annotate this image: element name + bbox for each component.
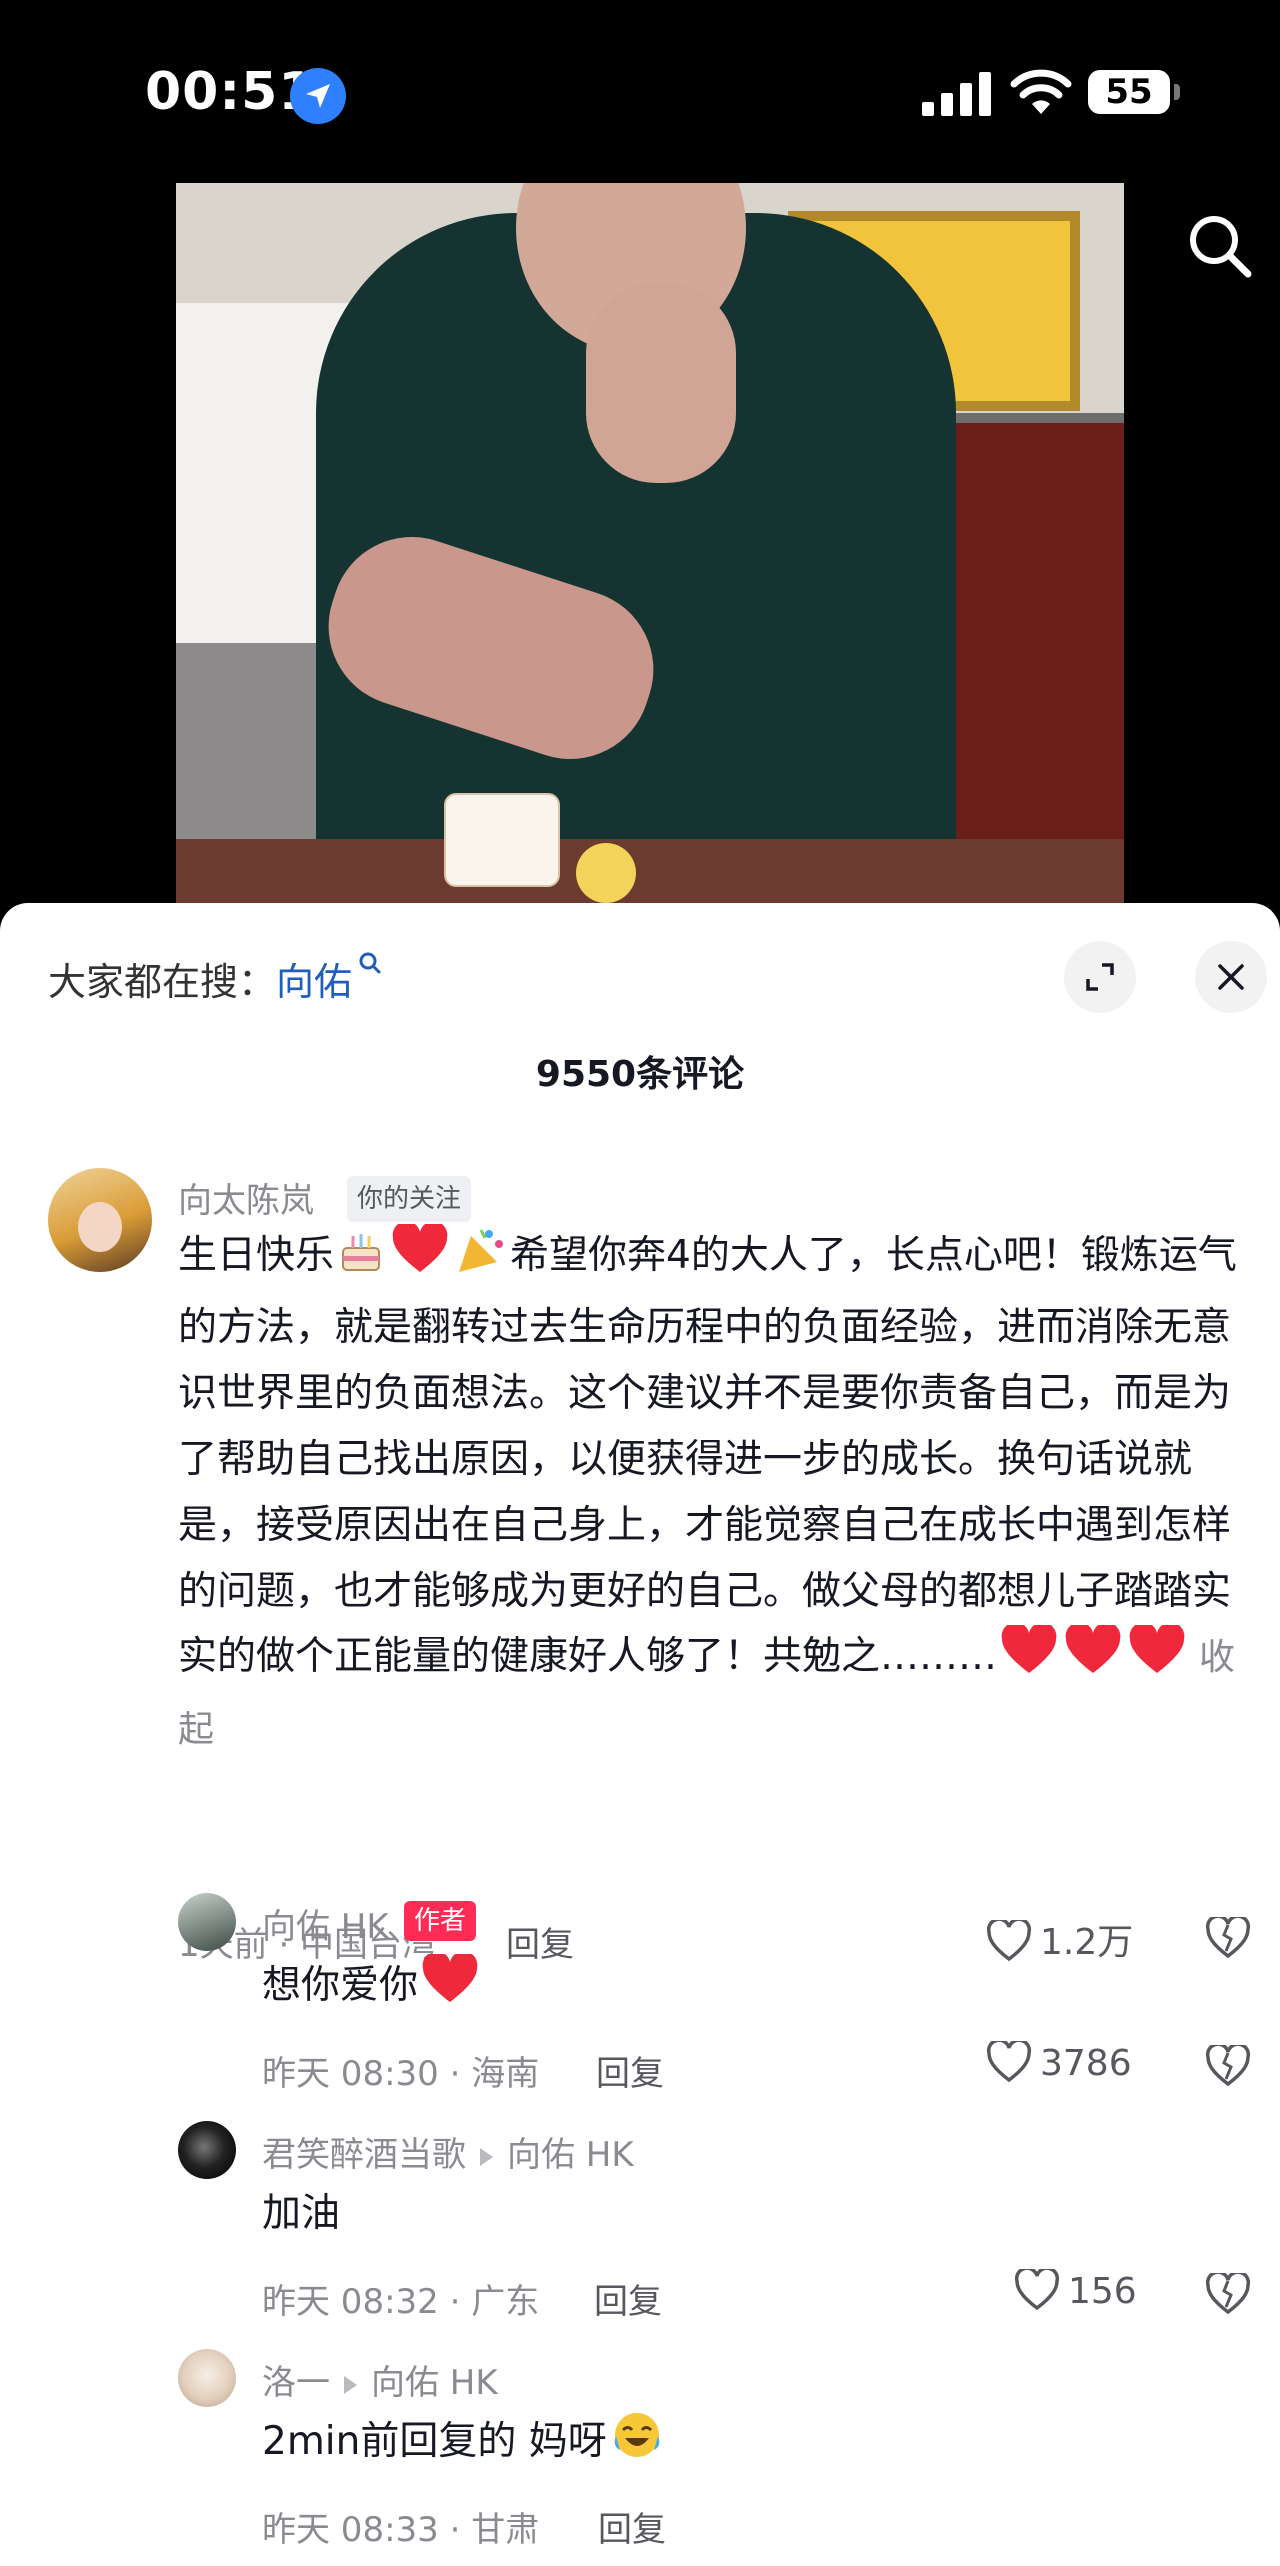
comment-username[interactable]: 向太陈岚 (178, 1173, 314, 1222)
avatar[interactable] (178, 2349, 236, 2407)
close-icon (1218, 964, 1244, 990)
comment-text-body: 想你爱你 (262, 1963, 419, 2008)
reply-arrow-icon (344, 2375, 357, 2394)
avatar[interactable] (48, 1168, 152, 1272)
reply-to-username[interactable]: 向佑 HK (507, 2135, 634, 2175)
search-icon[interactable] (1186, 212, 1254, 280)
comment-username[interactable]: 君笑醉酒当歌 (262, 2135, 466, 2175)
status-bar: 00:51 55 (0, 0, 1280, 190)
reply-to-username[interactable]: 向佑 HK (371, 2363, 498, 2403)
comment-count: 9550条评论 (535, 1054, 745, 1095)
comment-username-line: 君笑醉酒当歌 向佑 HK (262, 2127, 634, 2176)
close-button[interactable] (1195, 941, 1267, 1013)
comment-panel: 大家都在搜：向佑 9550条评论 向太陈岚 你的关注 生日快乐 希望你奔4的大人了… (0, 903, 1280, 2566)
reply-button[interactable]: 回复 (596, 2046, 664, 2095)
cake-emoji (337, 1229, 385, 1295)
author-badge: 作者 (404, 1901, 477, 1941)
video-person-hand (586, 283, 736, 483)
battery-icon: 55 (1088, 70, 1170, 114)
battery-tip (1174, 84, 1180, 100)
search-small-icon (359, 952, 381, 974)
avatar-face (78, 1202, 122, 1252)
like-count: 3786 (1040, 2043, 1132, 2084)
reply-button[interactable]: 回复 (598, 2502, 666, 2551)
comment-username[interactable]: 向佑 HK (262, 1899, 389, 1948)
like-button[interactable]: 3786 (986, 2038, 1132, 2084)
dislike-heart-icon[interactable] (1204, 1917, 1252, 1959)
video-smiley-decoration (576, 843, 636, 903)
heart-icon (986, 2038, 1032, 2083)
dislike-heart-icon[interactable] (1204, 2273, 1252, 2315)
signal-icon (922, 72, 991, 116)
heart-emoji (1064, 1622, 1122, 1696)
like-count: 1.2万 (1040, 1922, 1134, 1963)
like-button[interactable]: 156 (1014, 2266, 1137, 2312)
dislike-heart-icon[interactable] (1204, 2045, 1252, 2087)
video-table (176, 839, 1124, 903)
wifi-icon (1010, 69, 1072, 114)
comment-text: 生日快乐 希望你奔4的大人了，长点心吧！锻炼运气的方法，就是翻转过去生命历程中的负… (178, 1221, 1238, 1762)
comment-username-line: 洛一 向佑 HK (262, 2355, 498, 2404)
avatar[interactable] (178, 1893, 236, 1951)
heart-icon (986, 1917, 1032, 1962)
reply-button[interactable]: 回复 (506, 1917, 574, 1966)
video-cake-card (444, 793, 560, 887)
comment-meta: 昨天 08:30 · 海南 (262, 2054, 540, 2094)
like-count: 156 (1068, 2271, 1137, 2312)
expand-icon (1086, 963, 1114, 991)
reply-arrow-icon (480, 2147, 493, 2166)
comment-text-part1: 生日快乐 (178, 1233, 335, 1278)
like-button[interactable]: 1.2万 (986, 1913, 1133, 1965)
video-player[interactable] (176, 183, 1124, 903)
party-emoji (455, 1226, 507, 1295)
comment-meta: 昨天 08:33 · 甘肃 (262, 2510, 540, 2550)
heart-emoji (1000, 1622, 1058, 1696)
comment-text: 2min前回复的 妈呀 (262, 2409, 667, 2481)
comment-text: 想你爱你 (262, 1951, 482, 2025)
following-badge: 你的关注 (347, 1176, 472, 1222)
comment-text: 加油 (262, 2191, 341, 2236)
comment-text-part2: 希望你奔4的大人了，长点心吧！锻炼运气的方法，就是翻转过去生命历程中的负面经验，… (178, 1233, 1237, 1680)
comment-username[interactable]: 洛一 (262, 2363, 330, 2403)
comment-text-body: 2min前回复的 妈呀 (262, 2419, 607, 2464)
laughing-crying-emoji (610, 2410, 664, 2481)
reply-button[interactable]: 回复 (594, 2274, 662, 2323)
heart-emoji (421, 1951, 479, 2025)
comment-meta: 昨天 08:32 · 广东 (262, 2282, 540, 2322)
hot-search-link[interactable]: 大家都在搜：向佑 (48, 951, 382, 1006)
expand-button[interactable] (1064, 941, 1136, 1013)
avatar[interactable] (178, 2121, 236, 2179)
heart-emoji (1128, 1622, 1186, 1696)
hot-search-keyword[interactable]: 向佑 (276, 960, 352, 1004)
location-arrow-icon (290, 68, 346, 124)
hot-search-prefix: 大家都在搜： (48, 960, 277, 1004)
heart-emoji (391, 1221, 449, 1295)
heart-icon (1014, 2266, 1060, 2311)
